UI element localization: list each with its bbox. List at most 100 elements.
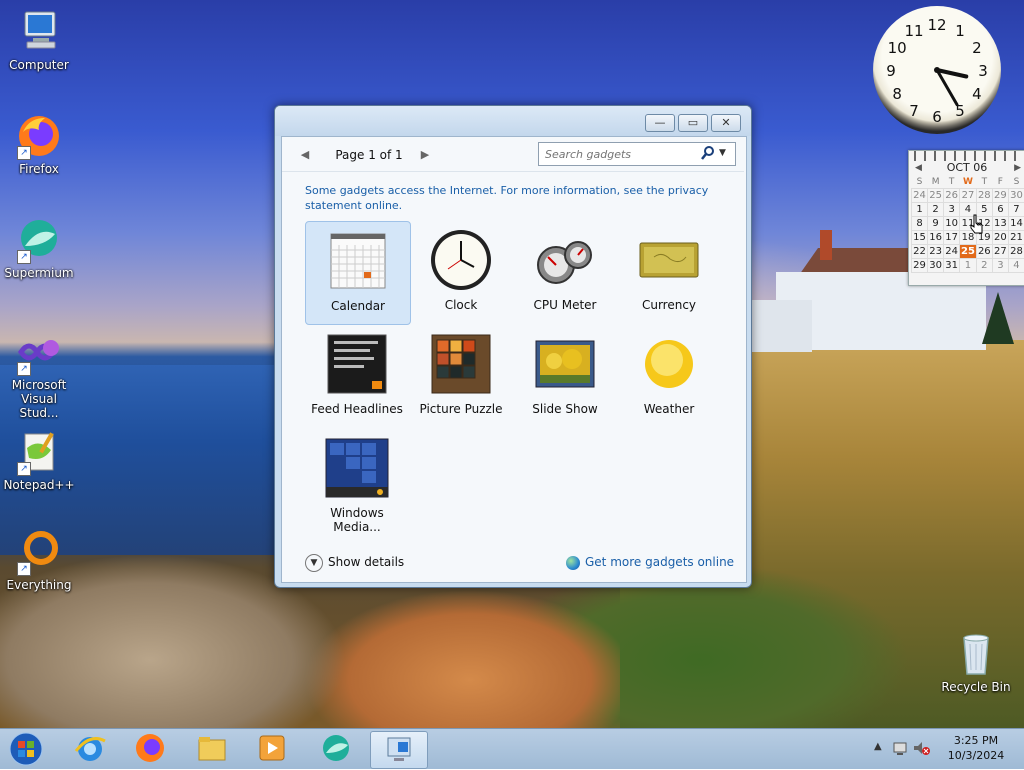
close-button[interactable]: ✕ bbox=[711, 114, 741, 132]
gadget-slide-show[interactable]: Slide Show bbox=[513, 325, 617, 427]
clock-number: 3 bbox=[978, 62, 988, 80]
calendar-day[interactable]: 22 bbox=[912, 245, 928, 259]
minimize-button[interactable]: — bbox=[645, 114, 675, 132]
restore-button[interactable]: ▭ bbox=[678, 114, 708, 132]
shortcut-arrow-icon: ↗ bbox=[17, 250, 31, 264]
calendar-day[interactable]: 7 bbox=[1008, 203, 1024, 217]
calendar-day[interactable]: 3 bbox=[944, 203, 960, 217]
calendar-day[interactable]: 30 bbox=[928, 259, 944, 273]
calendar-day[interactable]: 29 bbox=[912, 259, 928, 273]
shortcut-arrow-icon: ↗ bbox=[17, 146, 31, 160]
calendar-day[interactable]: 9 bbox=[928, 217, 944, 231]
desktop-icon-recycle-bin[interactable]: Recycle Bin bbox=[936, 630, 1016, 694]
desktop-icon-firefox[interactable]: ↗ Firefox bbox=[1, 112, 77, 176]
desktop-icon-visual-studio[interactable]: ↗ Microsoft Visual Stud... bbox=[1, 328, 77, 420]
calendar-week: 15 16 17 18 19 20 21 bbox=[912, 231, 1024, 245]
get-more-gadgets-link[interactable]: Get more gadgets online bbox=[566, 553, 734, 571]
calendar-day[interactable]: 20 bbox=[992, 231, 1008, 245]
desktop-icon-label: Firefox bbox=[1, 162, 77, 176]
calendar-day[interactable]: 23 bbox=[928, 245, 944, 259]
slide-show-thumb-icon bbox=[532, 331, 598, 397]
gadget-windows-media[interactable]: Windows Media... bbox=[305, 429, 409, 531]
calendar-day[interactable]: 14 bbox=[1008, 217, 1024, 231]
desktop-icon-everything[interactable]: ↗ Everything bbox=[1, 528, 77, 592]
calendar-day[interactable]: 27 bbox=[992, 245, 1008, 259]
weekday-label: T bbox=[944, 175, 960, 189]
calendar-day[interactable]: 28 bbox=[976, 189, 992, 203]
calendar-day[interactable]: 2 bbox=[928, 203, 944, 217]
calendar-day[interactable]: 21 bbox=[1008, 231, 1024, 245]
search-input[interactable] bbox=[543, 145, 701, 163]
gadget-weather[interactable]: Weather bbox=[617, 325, 721, 427]
gadget-label: CPU Meter bbox=[513, 298, 617, 312]
calendar-day[interactable]: 24 bbox=[944, 245, 960, 259]
privacy-info-link[interactable]: Some gadgets access the Internet. For mo… bbox=[305, 183, 715, 213]
calendar-day[interactable]: 10 bbox=[944, 217, 960, 231]
calendar-day[interactable]: 24 bbox=[912, 189, 928, 203]
calendar-day[interactable]: 29 bbox=[992, 189, 1008, 203]
next-page-button[interactable]: ▶ bbox=[416, 145, 434, 165]
desktop-icon-label: Computer bbox=[1, 58, 77, 72]
gadget-picture-puzzle[interactable]: Picture Puzzle bbox=[409, 325, 513, 427]
calendar-day-today[interactable]: 25 bbox=[960, 245, 977, 259]
calendar-day[interactable]: 1 bbox=[912, 203, 928, 217]
network-icon[interactable] bbox=[892, 739, 908, 760]
calendar-day[interactable]: 28 bbox=[1008, 245, 1024, 259]
calendar-day[interactable]: 2 bbox=[976, 259, 992, 273]
gadget-cpu-meter[interactable]: CPU Meter bbox=[513, 221, 617, 323]
calendar-prev-icon[interactable]: ◀ bbox=[915, 161, 922, 175]
calendar-day[interactable]: 16 bbox=[928, 231, 944, 245]
start-button[interactable] bbox=[0, 731, 52, 767]
clock-gadget[interactable]: 121234567891011 bbox=[873, 6, 1001, 134]
taskbar-media-player[interactable] bbox=[244, 731, 300, 767]
desktop-icon-notepadpp[interactable]: ↗ Notepad++ bbox=[1, 428, 77, 492]
show-hidden-icons-icon[interactable]: ▲ bbox=[874, 741, 882, 752]
calendar-day[interactable]: 13 bbox=[992, 217, 1008, 231]
search-icon[interactable] bbox=[701, 145, 715, 161]
page-label: Page 1 of 1 bbox=[322, 145, 416, 165]
taskbar-supermium[interactable] bbox=[308, 731, 364, 767]
volume-muted-icon[interactable] bbox=[912, 739, 930, 760]
calendar-day[interactable]: 30 bbox=[1008, 189, 1024, 203]
gadget-clock[interactable]: Clock bbox=[409, 221, 513, 323]
gadgets-window: — ▭ ✕ ◀ Page 1 of 1 ▶ ▼ Some gadgets acc… bbox=[274, 105, 752, 588]
firefox-icon bbox=[133, 731, 167, 765]
calendar-day[interactable]: 26 bbox=[976, 245, 992, 259]
calendar-day[interactable]: 17 bbox=[944, 231, 960, 245]
calendar-day[interactable]: 3 bbox=[992, 259, 1008, 273]
calendar-day[interactable]: 8 bbox=[912, 217, 928, 231]
get-more-label: Get more gadgets online bbox=[585, 555, 734, 569]
calendar-day[interactable]: 26 bbox=[944, 189, 960, 203]
taskbar-firefox[interactable] bbox=[122, 731, 178, 767]
calendar-day[interactable]: 6 bbox=[992, 203, 1008, 217]
desktop-icon-supermium[interactable]: ↗ Supermium bbox=[1, 216, 77, 280]
calendar-day[interactable]: 4 bbox=[1008, 259, 1024, 273]
tray-clock[interactable]: 3:25 PM 10/3/2024 bbox=[936, 733, 1016, 763]
taskbar-internet-explorer[interactable] bbox=[62, 731, 118, 767]
weekday-label: M bbox=[928, 175, 944, 189]
gadget-calendar[interactable]: Calendar bbox=[305, 221, 411, 325]
globe-icon bbox=[566, 556, 580, 570]
calendar-day[interactable]: 25 bbox=[928, 189, 944, 203]
calendar-week: 29 30 31 1 2 3 4 bbox=[912, 259, 1024, 273]
clock-face: 121234567891011 bbox=[873, 6, 1001, 134]
gadget-currency[interactable]: Currency bbox=[617, 221, 721, 323]
calendar-day[interactable]: 15 bbox=[912, 231, 928, 245]
calendar-day[interactable]: 27 bbox=[960, 189, 977, 203]
gadget-feed-headlines[interactable]: Feed Headlines bbox=[305, 325, 409, 427]
taskbar-file-explorer[interactable] bbox=[184, 731, 240, 767]
system-tray: ▲ 3:25 PM 10/3/2024 bbox=[864, 729, 1024, 769]
calendar-day[interactable]: 1 bbox=[960, 259, 977, 273]
calendar-gadget[interactable]: ◀ OCT 06 ▶ S M T W T F S 24 25 26 27 28 … bbox=[908, 150, 1024, 286]
prev-page-button[interactable]: ◀ bbox=[296, 145, 314, 165]
recycle-bin-icon bbox=[952, 630, 1000, 678]
clock-number: 9 bbox=[886, 62, 896, 80]
calendar-next-icon[interactable]: ▶ bbox=[1014, 161, 1021, 175]
search-dropdown-icon[interactable]: ▼ bbox=[719, 145, 733, 161]
desktop-icon-computer[interactable]: Computer bbox=[1, 8, 77, 72]
taskbar-gadgets[interactable] bbox=[370, 731, 428, 769]
gadget-label: Calendar bbox=[306, 299, 410, 313]
calendar-day[interactable]: 31 bbox=[944, 259, 960, 273]
window-titlebar[interactable]: — ▭ ✕ bbox=[275, 106, 751, 136]
show-details-button[interactable]: ▼Show details bbox=[305, 553, 404, 572]
